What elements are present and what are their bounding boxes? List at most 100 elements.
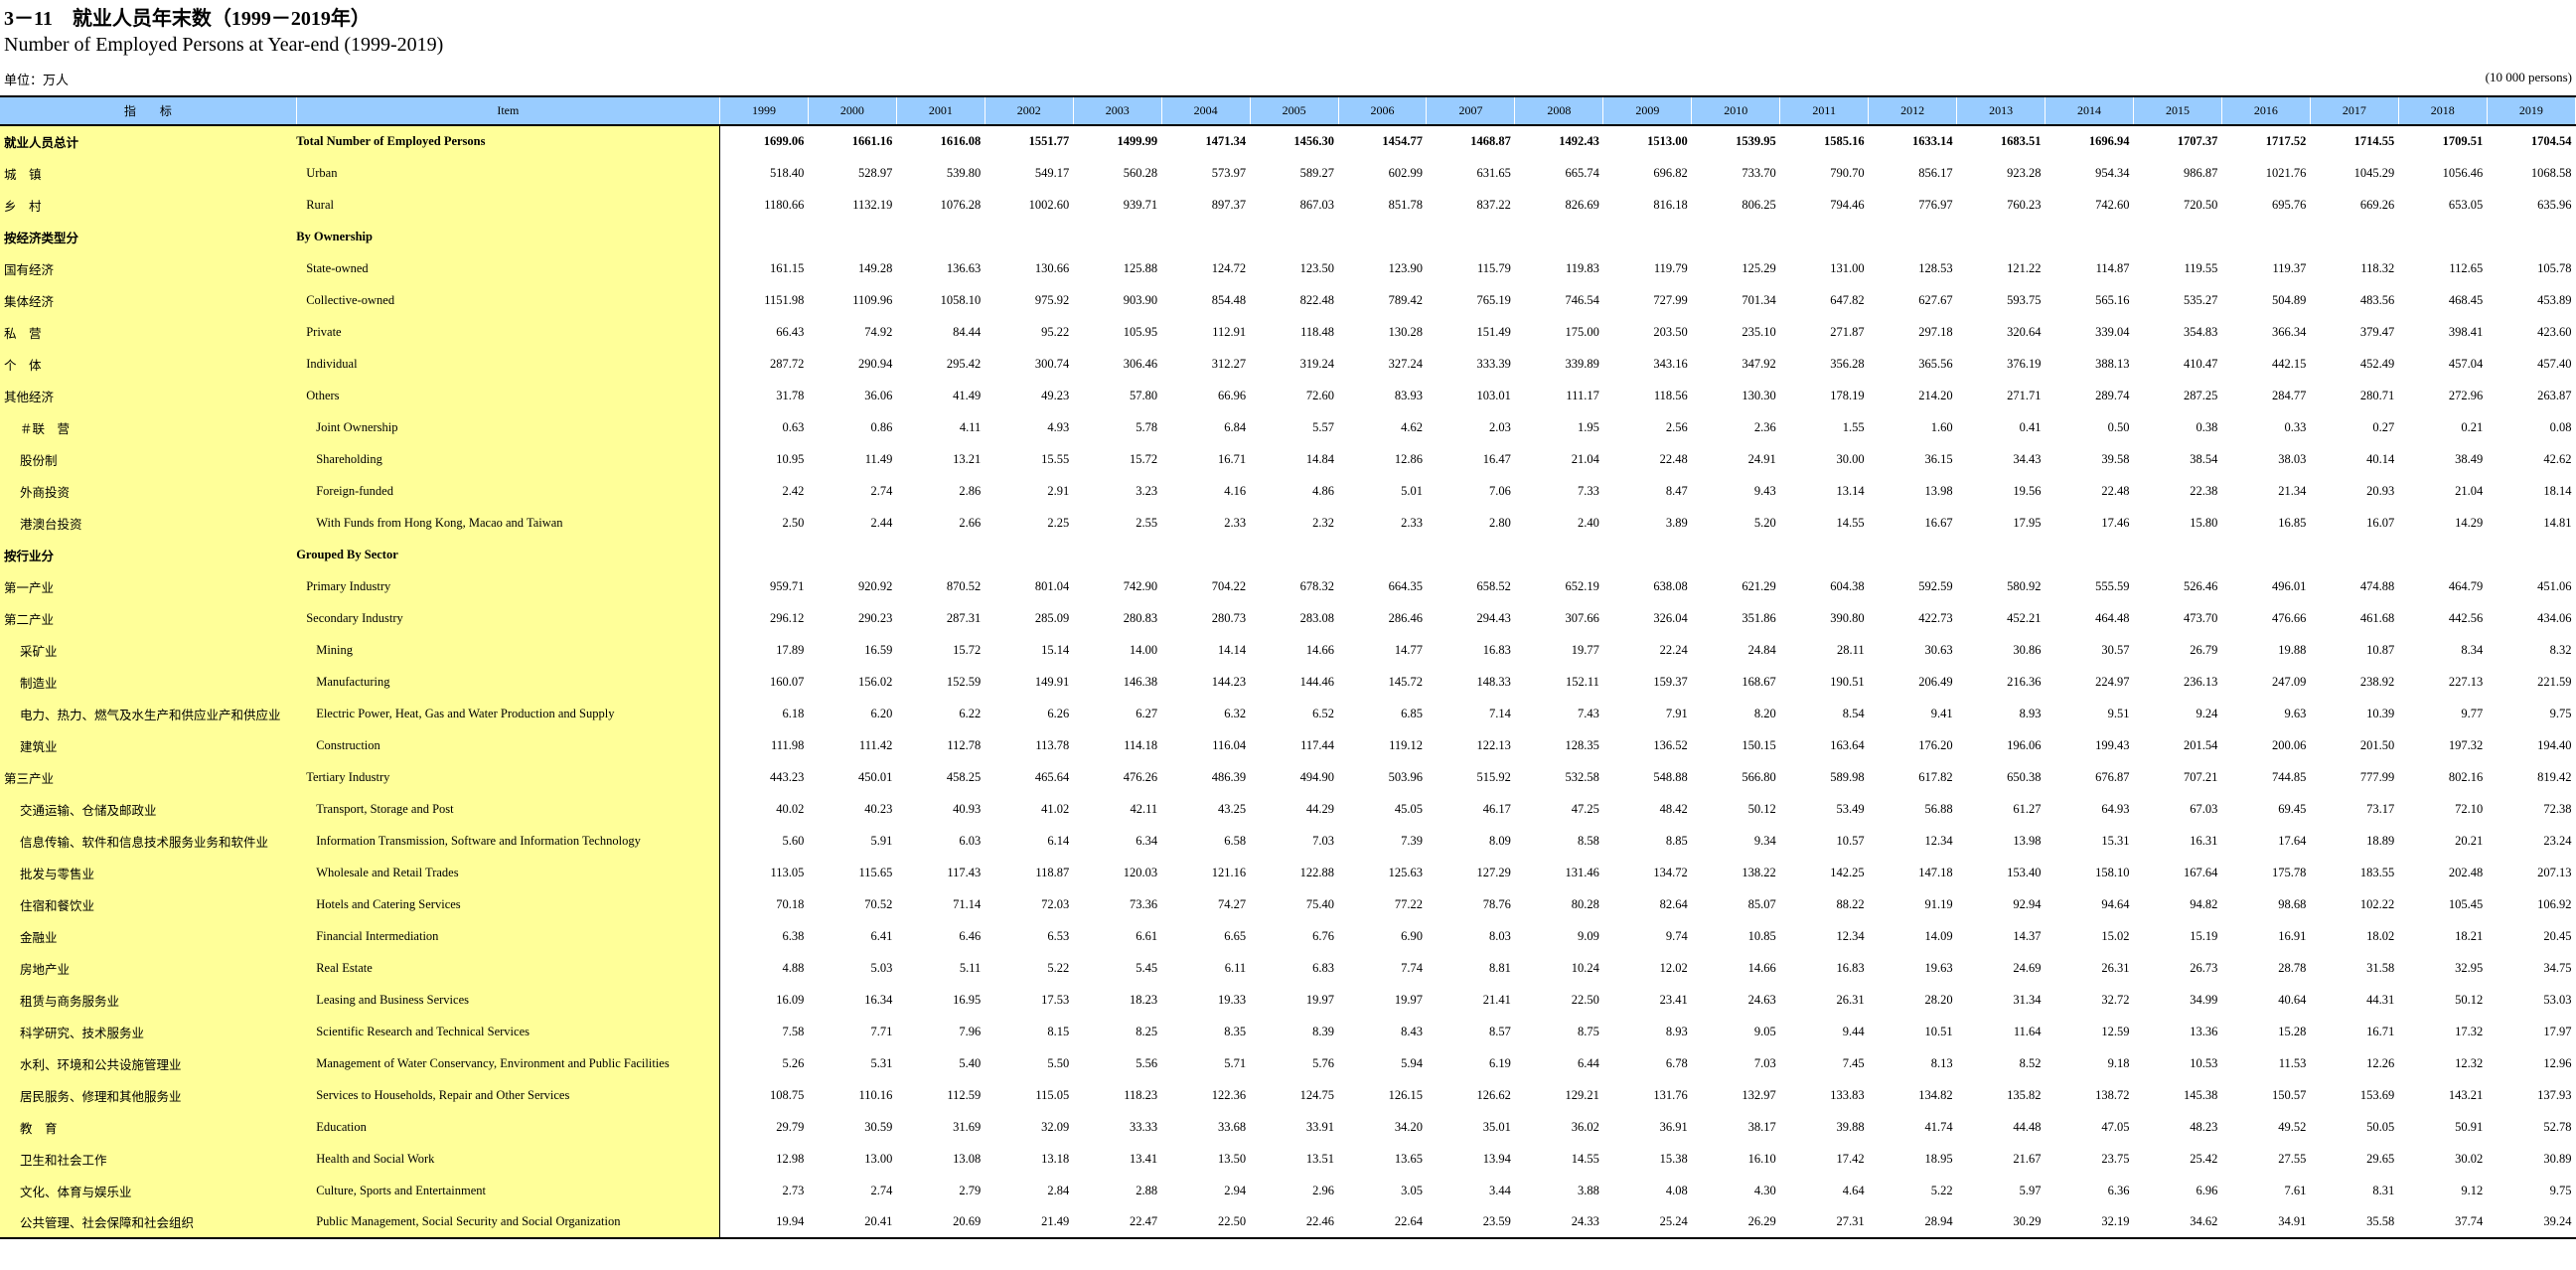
- value-cell: 6.61: [1136, 928, 1158, 943]
- row-label-en: Education: [296, 1111, 720, 1143]
- value-cell: 1076.28: [940, 197, 982, 212]
- value-cell: 30.59: [864, 1119, 893, 1134]
- value-cell: 16.09: [776, 992, 805, 1007]
- value-cell: 0.21: [2461, 419, 2484, 434]
- row-label-en: Mining: [296, 634, 720, 666]
- value-cell: 13.41: [1130, 1151, 1158, 1166]
- value-cell: 113.78: [1035, 737, 1070, 752]
- value-cell: 6.22: [959, 706, 982, 720]
- value-cell: 119.37: [2272, 260, 2307, 275]
- value-cell: 549.17: [1034, 165, 1070, 180]
- value-cell: 287.31: [946, 610, 982, 625]
- value-cell: 789.42: [1388, 292, 1423, 307]
- value-cell: 17.32: [2455, 1024, 2484, 1038]
- value-cell: 48.23: [2190, 1119, 2218, 1134]
- value-cell: 17.97: [2543, 1024, 2572, 1038]
- row-label-cn: 按经济类型分: [0, 221, 297, 252]
- value-cell: 6.58: [1224, 833, 1247, 848]
- value-cell: 40.14: [2366, 451, 2395, 466]
- table-row: 股份制 Shareholding 10.95 11.49 13.21 15.55 15.72…: [0, 443, 2576, 475]
- value-cell: 16.47: [1482, 451, 1511, 466]
- value-cell: [1603, 221, 1692, 252]
- value-cell: 144.23: [1211, 674, 1247, 689]
- value-cell: 6.26: [1047, 706, 1070, 720]
- value-cell: 8.39: [1312, 1024, 1335, 1038]
- value-cell: 78.76: [1482, 896, 1511, 911]
- value-cell: 16.71: [1217, 451, 1247, 466]
- header-year: 2010: [1691, 95, 1781, 126]
- value-cell: 6.65: [1224, 928, 1247, 943]
- value-cell: 22.48: [1659, 451, 1688, 466]
- value-cell: 4.93: [1047, 419, 1070, 434]
- value-cell: 148.33: [1476, 674, 1511, 689]
- value-cell: 1058.10: [940, 292, 982, 307]
- row-label-en: Urban: [296, 157, 720, 189]
- value-cell: 118.48: [1300, 324, 1335, 339]
- value-cell: 297.18: [1918, 324, 1953, 339]
- table-row: 居民服务、修理和其他服务业 Services to Households, Rep…: [0, 1079, 2576, 1111]
- table-row: 就业人员总计 Total Number of Employed Persons 16…: [0, 125, 2576, 157]
- value-cell: 15.72: [1130, 451, 1158, 466]
- value-cell: 2.25: [1047, 515, 1070, 530]
- value-cell: 84.44: [953, 324, 982, 339]
- value-cell: 7.96: [959, 1024, 982, 1038]
- value-cell: 4.64: [1842, 1183, 1865, 1197]
- value-cell: 678.32: [1299, 578, 1335, 593]
- value-cell: 146.38: [1123, 674, 1158, 689]
- value-cell: 19.63: [1924, 960, 1953, 975]
- value-cell: 50.12: [2455, 992, 2484, 1007]
- value-cell: [2398, 539, 2487, 570]
- value-cell: 126.15: [1388, 1087, 1423, 1102]
- value-cell: 5.97: [2019, 1183, 2042, 1197]
- value-cell: 118.32: [2360, 260, 2395, 275]
- row-label-cn: 公共管理、社会保障和社会组织: [0, 1206, 297, 1239]
- value-cell: 16.59: [864, 642, 893, 657]
- row-label-en: Private: [296, 316, 720, 348]
- value-cell: 216.36: [2007, 674, 2042, 689]
- value-cell: 94.64: [2101, 896, 2130, 911]
- header-year: 2007: [1426, 95, 1516, 126]
- value-cell: 14.29: [2455, 515, 2484, 530]
- value-cell: 474.88: [2359, 578, 2395, 593]
- value-cell: 9.51: [2107, 706, 2130, 720]
- value-cell: 464.48: [2095, 610, 2130, 625]
- value-cell: 13.36: [2190, 1024, 2218, 1038]
- value-cell: 2.55: [1136, 515, 1158, 530]
- value-cell: 21.34: [2278, 483, 2307, 498]
- value-cell: 8.58: [1577, 833, 1599, 848]
- value-cell: 135.82: [2007, 1087, 2042, 1102]
- value-cell: 36.91: [1659, 1119, 1688, 1134]
- value-cell: 819.42: [2537, 769, 2572, 784]
- value-cell: 0.33: [2284, 419, 2307, 434]
- value-cell: 22.46: [1250, 1206, 1339, 1239]
- value-cell: 452.21: [2007, 610, 2042, 625]
- value-cell: 10.85: [1747, 928, 1776, 943]
- row-label-cn: 私 营: [0, 316, 297, 348]
- value-cell: 14.81: [2543, 515, 2572, 530]
- value-cell: 6.52: [1312, 706, 1335, 720]
- value-cell: 593.75: [2007, 292, 2042, 307]
- value-cell: 147.18: [1918, 865, 1953, 879]
- value-cell: 112.91: [1212, 324, 1247, 339]
- value-cell: 16.07: [2366, 515, 2395, 530]
- value-cell: 21.04: [2455, 483, 2484, 498]
- value-cell: 24.91: [1747, 451, 1776, 466]
- value-cell: 592.59: [1918, 578, 1953, 593]
- value-cell: 21.04: [1571, 451, 1599, 466]
- row-label-cn: 第二产业: [0, 602, 297, 634]
- value-cell: 3.89: [1665, 515, 1688, 530]
- value-cell: 175.00: [1565, 324, 1599, 339]
- value-cell: 136.52: [1653, 737, 1688, 752]
- value-cell: 114.87: [2095, 260, 2130, 275]
- value-cell: 6.41: [870, 928, 893, 943]
- value-cell: 10.24: [1571, 960, 1599, 975]
- value-cell: 203.50: [1653, 324, 1688, 339]
- value-cell: 503.96: [1388, 769, 1423, 784]
- value-cell: 16.67: [1924, 515, 1953, 530]
- value-cell: 1709.51: [2442, 134, 2484, 148]
- value-cell: 20.93: [2366, 483, 2395, 498]
- value-cell: 326.04: [1653, 610, 1688, 625]
- value-cell: 22.38: [2190, 483, 2218, 498]
- value-cell: 153.40: [2007, 865, 2042, 879]
- value-cell: 650.38: [2007, 769, 2042, 784]
